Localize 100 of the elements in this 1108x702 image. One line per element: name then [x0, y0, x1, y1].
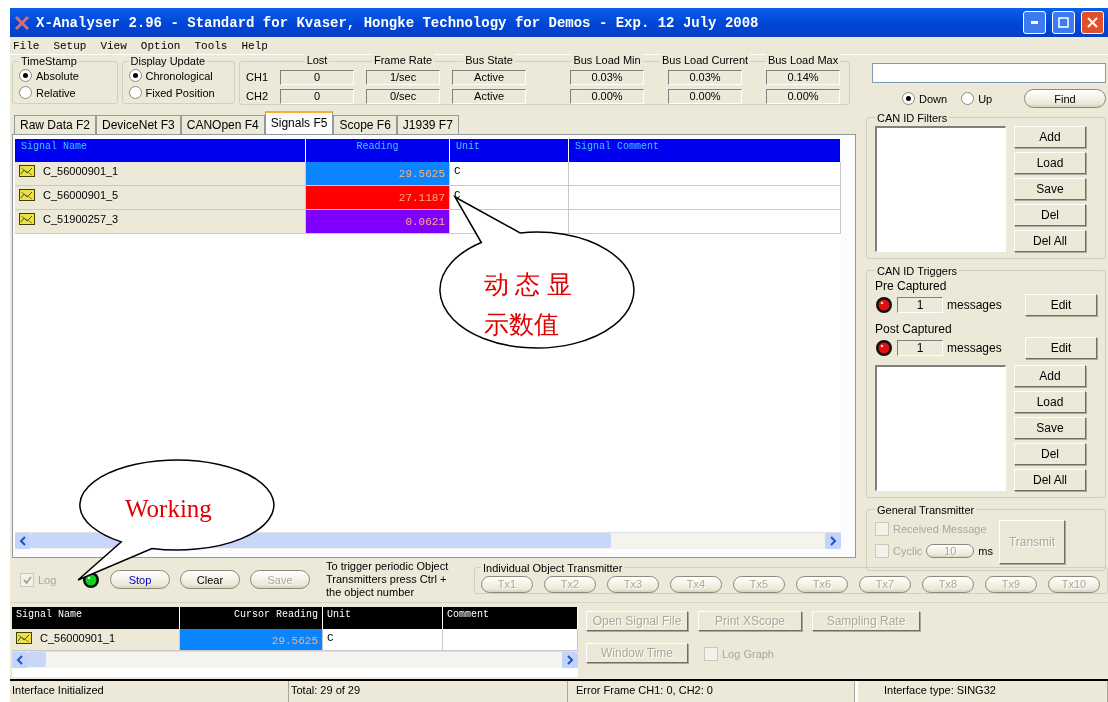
capture-label: Pre Captured [875, 278, 948, 294]
radio-label[interactable]: Absolute [36, 69, 79, 82]
table-cell: C [450, 161, 569, 186]
tab[interactable]: Scope F6 [333, 114, 397, 134]
radio-button[interactable] [128, 86, 142, 100]
tab[interactable]: J1939 F7 [396, 114, 459, 134]
menu-item[interactable]: File [13, 39, 40, 52]
tab[interactable]: Signals F5 [264, 110, 334, 134]
maximize-button[interactable] [1052, 11, 1075, 34]
button[interactable]: Edit [1025, 336, 1097, 359]
tab[interactable]: CANOpen F4 [180, 114, 265, 134]
app-icon [14, 14, 30, 31]
button[interactable]: Clear [180, 570, 240, 590]
menu-item[interactable]: Tools [194, 39, 228, 52]
minimize-icon [1031, 21, 1038, 24]
radio-label[interactable]: Relative [36, 86, 76, 99]
search-field[interactable] [872, 63, 1106, 84]
group-title: CAN ID Triggers [876, 264, 959, 277]
unit-label: messages [947, 340, 1002, 355]
radio-label[interactable]: Chronological [145, 69, 213, 82]
signal-name: C_56000901_1 [40, 632, 116, 645]
tab[interactable]: Raw Data F2 [14, 114, 97, 134]
radio-label[interactable]: Down [919, 92, 948, 105]
radio-button[interactable] [961, 92, 975, 106]
graph-icon [19, 212, 35, 225]
value-field: Active [452, 70, 527, 86]
status-text: Interface Initialized [10, 680, 289, 702]
column-header: Comment [443, 607, 578, 630]
value-field: 0.03% [668, 70, 743, 86]
button[interactable]: Add [1014, 364, 1086, 387]
group-title: CAN ID Filters [876, 111, 949, 124]
button[interactable]: Load [1014, 390, 1086, 413]
column-header: Signal Comment [569, 138, 841, 162]
value-field: 0.00% [570, 89, 645, 105]
status-text: Error Frame CH1: 0, CH2: 0 [568, 680, 855, 702]
radio-label[interactable]: Fixed Position [145, 86, 215, 99]
list-box[interactable] [875, 364, 1006, 491]
close-icon [1087, 17, 1098, 28]
channel-label: CH2 [246, 89, 270, 105]
unit-label: ms [978, 544, 993, 557]
column-label: Bus Load Current [659, 54, 751, 67]
button[interactable]: Load [1014, 151, 1086, 174]
button[interactable]: Save [1014, 177, 1086, 200]
scrollbar-thumb[interactable] [28, 652, 46, 668]
button[interactable]: Del [1014, 203, 1086, 226]
signal-name: C_56000901_1 [43, 164, 119, 177]
led-icon [875, 295, 893, 314]
column-label: Bus Load Min [571, 54, 643, 67]
callout-text: Working [125, 494, 212, 524]
column-label: Frame Rate [372, 54, 435, 67]
tab[interactable]: DeviceNet F3 [96, 114, 181, 134]
graph-icon [19, 188, 35, 201]
window-title: X-Analyser 2.96 - Standard for Kvaser, Hongke Technology for Demos - Exp. 12 July 2008 [36, 14, 760, 31]
column-header: Signal Name [12, 607, 180, 630]
menu-item[interactable]: Help [241, 39, 268, 52]
count-field[interactable]: 1 [897, 296, 943, 313]
status-text: Interface type: SING32 [855, 680, 1108, 702]
button[interactable]: Del All [1014, 229, 1086, 252]
callout-text: 动 态 显 [484, 270, 572, 300]
radio-button[interactable] [128, 69, 142, 83]
radio-button[interactable] [19, 69, 32, 83]
table-cell: 27.1187 [306, 185, 450, 210]
menu-item[interactable]: Option [140, 39, 181, 52]
column-header: Cursor Reading [180, 607, 323, 630]
signal-name: C_51900257_3 [43, 212, 119, 225]
value-field: 1/sec [366, 70, 441, 86]
value-field: 0 [280, 89, 355, 105]
button[interactable]: Edit [1025, 293, 1097, 316]
radio-button[interactable] [19, 86, 32, 100]
button[interactable]: Del [1014, 442, 1086, 465]
hint-text: To trigger periodic Object Transmitters press Ctrl + the object number [326, 560, 450, 600]
led-icon [875, 338, 893, 357]
column-header: Unit [450, 138, 569, 162]
minimize-button[interactable] [1023, 11, 1046, 34]
value-field: 0.00% [766, 89, 841, 105]
table-cell: 29.5625 [306, 161, 450, 186]
unit-label: messages [947, 297, 1002, 312]
status-text: Total: 29 of 29 [289, 680, 568, 702]
button[interactable]: Add [1014, 125, 1086, 148]
graph-icon [16, 632, 32, 645]
column-label: Bus State [463, 54, 515, 67]
button[interactable]: Save [1014, 416, 1086, 439]
close-button[interactable] [1081, 11, 1104, 34]
radio-label[interactable]: Up [978, 92, 993, 105]
menu-item[interactable]: Setup [53, 39, 87, 52]
value-field: 0.03% [570, 70, 645, 86]
group-title: TimeStamp [20, 55, 78, 68]
menu-item[interactable]: View [100, 39, 127, 52]
count-field[interactable]: 1 [897, 339, 943, 356]
table-cell: 29.5625 [180, 629, 323, 652]
scrollbar[interactable] [12, 651, 578, 669]
value-field: 0.00% [668, 89, 743, 105]
list-box[interactable] [875, 125, 1006, 252]
button[interactable]: Del All [1014, 468, 1086, 491]
signal-name: C_56000901_5 [43, 188, 119, 201]
value-field: 0/sec [366, 89, 441, 105]
button[interactable]: Stop [110, 570, 170, 590]
button[interactable]: Find [1024, 89, 1106, 109]
column-header: Unit [323, 607, 443, 630]
radio-button[interactable] [902, 92, 915, 106]
